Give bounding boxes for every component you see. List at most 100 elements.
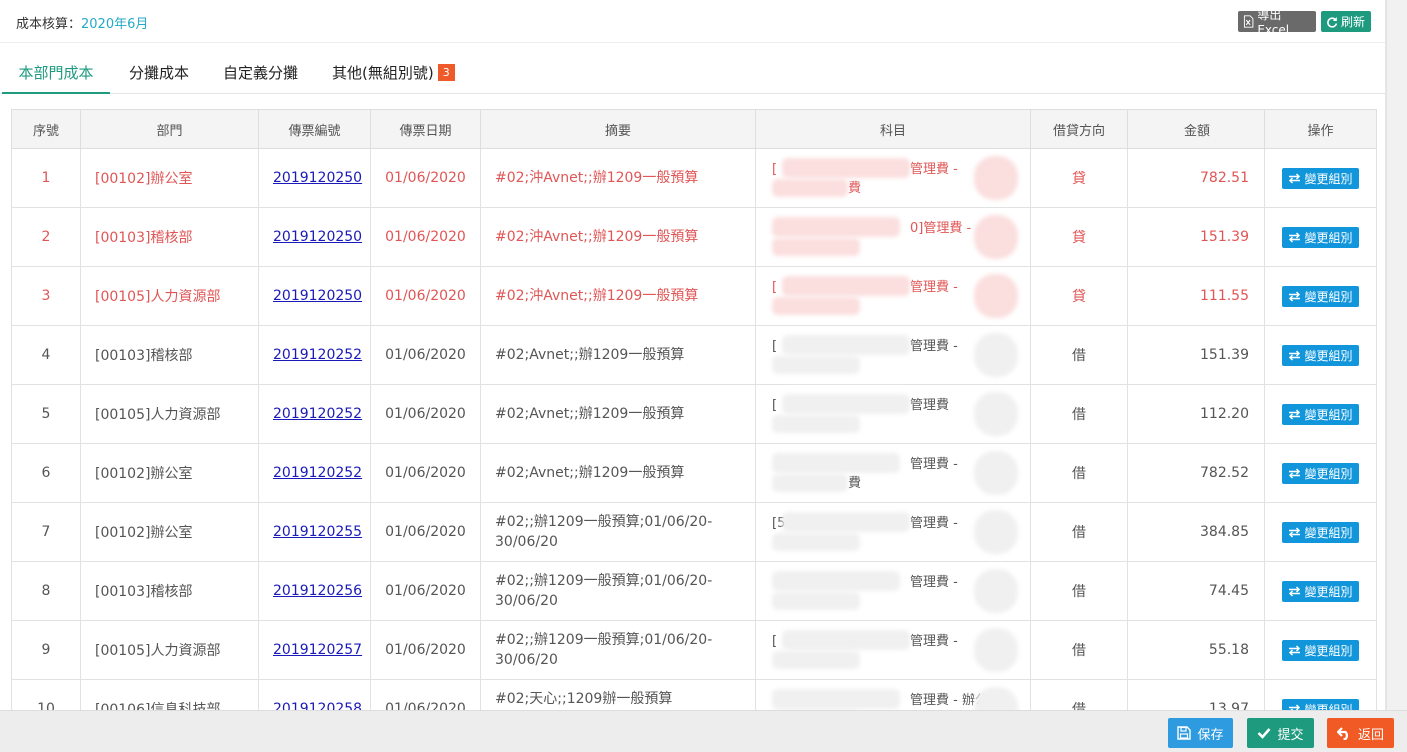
change-group-button[interactable]: 變更組別 [1282,226,1359,248]
table-row: 2 [00103]稽核部 2019120250 01/06/2020 #02;沖Avne… [11,207,1377,267]
change-group-label: 變更組別 [1304,289,1353,304]
change-group-button[interactable]: 變更組別 [1282,580,1359,602]
subject-text: 管理費 - [910,634,958,649]
amount-cell: 13.97 [1127,679,1265,710]
change-group-label: 變更組別 [1304,348,1353,363]
tab-department-cost[interactable]: 本部門成本 [2,53,110,94]
table-row: 10 [00106]信息科技部 2019120258 01/06/2020 #02;天心… [11,679,1377,711]
subject-cell: 管理費 - [755,561,1031,621]
change-group-button[interactable]: 變更組別 [1282,344,1359,366]
back-button[interactable]: 返回 [1327,718,1394,748]
voucher-link[interactable]: 2019120257 [273,642,362,658]
subject-text: 管理費 - [910,162,958,177]
amount-cell: 782.52 [1127,443,1265,503]
subject-text: 管理費 - [910,575,958,590]
swap-arrows-icon [1289,290,1301,302]
main-panel: 成本核算：2020年6月 導出Excel 刷新 本部門成本 分攤成本 自定義分攤… [0,0,1386,710]
tab-label: 本部門成本 [18,64,94,82]
voucher-link[interactable]: 2019120250 [273,170,362,186]
voucher-date-cell: 01/06/2020 [370,620,481,680]
change-group-label: 變更組別 [1304,584,1353,599]
refresh-label: 刷新 [1341,15,1366,29]
back-label: 返回 [1357,727,1384,743]
voucher-date-cell: 01/06/2020 [370,443,481,503]
redacted-area [974,569,1018,613]
refresh-icon [1327,16,1338,28]
direction-cell: 借 [1030,325,1128,385]
table-row: 4 [00103]稽核部 2019120252 01/06/2020 #02;Avnet… [11,325,1377,385]
redacted-area [974,215,1018,259]
redacted-area [772,415,860,433]
voucher-link[interactable]: 2019120258 [273,701,362,710]
swap-arrows-icon [1289,585,1301,597]
column-header: 科目 [755,109,1031,149]
department-cell: [00105]人力資源部 [80,620,259,680]
vertical-scrollbar[interactable] [1386,0,1407,710]
amount-cell: 782.51 [1127,148,1265,208]
redacted-area [772,533,860,551]
action-cell: 變更組別 [1264,207,1377,267]
redacted-area [974,687,1018,710]
change-group-button[interactable]: 變更組別 [1282,639,1359,661]
refresh-button[interactable]: 刷新 [1321,11,1371,32]
voucher-link[interactable]: 2019120252 [273,465,362,481]
direction-cell: 借 [1030,443,1128,503]
action-cell: 變更組別 [1264,325,1377,385]
tab-other-no-group[interactable]: 其他(無組別號) 3 [320,53,465,94]
voucher-link[interactable]: 2019120255 [273,524,362,540]
redacted-area [782,335,910,355]
voucher-date-cell: 01/06/2020 [370,207,481,267]
voucher-link[interactable]: 2019120250 [273,288,362,304]
redacted-area [772,179,848,197]
change-group-button[interactable]: 變更組別 [1282,167,1359,189]
submit-button[interactable]: 提交 [1247,718,1314,748]
action-cell: 變更組別 [1264,502,1377,562]
swap-arrows-icon [1289,231,1301,243]
change-group-label: 變更組別 [1304,702,1353,711]
cost-table: 序號 部門 傳票編號 傳票日期 摘要 科目 借貸方向 金額 操作 1 [00102]辦公室 2019… [11,109,1377,710]
redacted-area [974,333,1018,377]
swap-arrows-icon [1289,172,1301,184]
excel-file-icon [1243,15,1254,28]
row-number: 4 [11,325,81,385]
change-group-button[interactable]: 變更組別 [1282,521,1359,543]
voucher-cell: 2019120250 [258,148,371,208]
tab-allocated-cost[interactable]: 分攤成本 [115,53,203,94]
direction-cell: 借 [1030,502,1128,562]
amount-cell: 74.45 [1127,561,1265,621]
change-group-label: 變更組別 [1304,466,1353,481]
tab-custom-allocation[interactable]: 自定義分攤 [208,53,313,94]
redacted-area [974,628,1018,672]
swap-arrows-icon [1289,408,1301,420]
save-button[interactable]: 保存 [1168,718,1233,748]
amount-cell: 151.39 [1127,207,1265,267]
voucher-date-cell: 01/06/2020 [370,502,481,562]
save-label: 保存 [1197,727,1224,743]
redacted-area [974,156,1018,200]
row-number: 10 [11,679,81,710]
swap-arrows-icon [1289,349,1301,361]
change-group-button[interactable]: 變更組別 [1282,462,1359,484]
summary-cell: #02;沖Avnet;;辦1209一般預算 [480,266,756,326]
swap-arrows-icon [1289,526,1301,538]
voucher-link[interactable]: 2019120252 [273,406,362,422]
voucher-link[interactable]: 2019120252 [273,347,362,363]
action-cell: 變更組別 [1264,384,1377,444]
change-group-label: 變更組別 [1304,643,1353,658]
change-group-button[interactable]: 變更組別 [1282,403,1359,425]
department-cell: [00102]辦公室 [80,148,259,208]
redacted-area [772,651,860,669]
redacted-area [772,217,900,237]
column-header: 操作 [1264,109,1377,149]
direction-cell: 借 [1030,384,1128,444]
subject-cell: [管理費 [755,384,1031,444]
row-number: 7 [11,502,81,562]
change-group-button[interactable]: 變更組別 [1282,698,1359,711]
redacted-area [772,571,900,591]
voucher-link[interactable]: 2019120250 [273,229,362,245]
voucher-link[interactable]: 2019120256 [273,583,362,599]
export-excel-button[interactable]: 導出Excel [1238,8,1316,37]
change-group-button[interactable]: 變更組別 [1282,285,1359,307]
voucher-date-cell: 01/06/2020 [370,561,481,621]
voucher-cell: 2019120252 [258,384,371,444]
